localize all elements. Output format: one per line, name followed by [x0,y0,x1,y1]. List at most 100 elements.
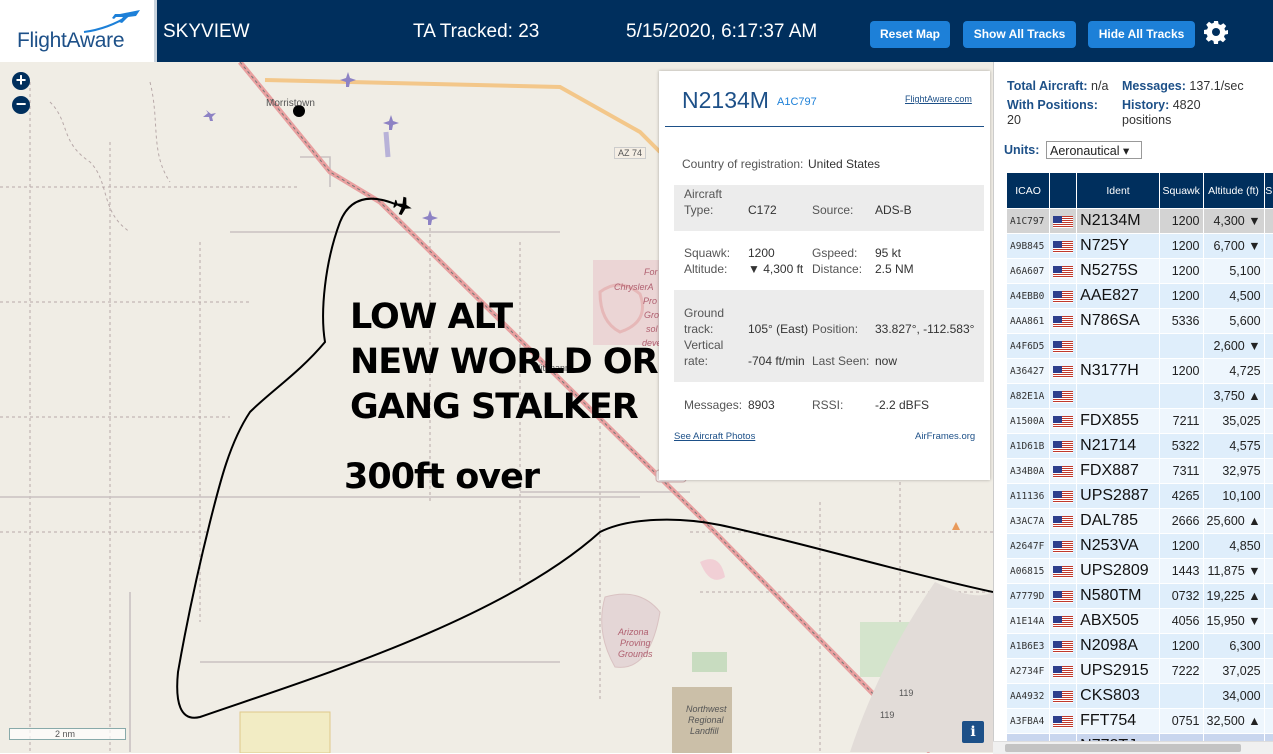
row-flag [1050,709,1077,734]
altitude-label: Altitude: [684,262,727,276]
us-flag-icon [1053,316,1073,328]
row-ident: FDX855 [1077,409,1160,434]
horizontal-scrollbar[interactable] [993,741,1273,754]
see-aircraft-photos-link[interactable]: See Aircraft Photos [674,431,755,442]
column-header-ident[interactable]: Ident [1077,173,1160,209]
table-row[interactable]: A2734FUPS2915722237,025 [1007,659,1273,684]
row-speed [1264,609,1273,634]
row-icao: A4EBB0 [1007,284,1050,309]
hide-all-tracks-button[interactable]: Hide All Tracks [1088,21,1195,48]
column-header-icao[interactable]: ICAO [1007,173,1050,209]
airframes-link[interactable]: AirFrames.org [915,431,975,442]
row-flag [1050,309,1077,334]
row-altitude: 3,750 ▲ [1203,384,1264,409]
row-ident: N2134M [1077,209,1160,234]
column-header-altitude[interactable]: Altitude (ft) [1203,173,1264,209]
table-row[interactable]: A06815UPS2809144311,875 ▼ [1007,559,1273,584]
table-row[interactable]: A2647FN253VA12004,850 [1007,534,1273,559]
distance-label: Distance: [812,262,862,276]
row-speed [1264,484,1273,509]
show-all-tracks-button[interactable]: Show All Tracks [963,21,1076,48]
flightaware-link[interactable]: FlightAware.com [905,94,972,104]
table-row[interactable]: A4EBB0AAE82712004,500 [1007,284,1273,309]
row-squawk [1159,684,1203,709]
aircraft-table-body: A1C797N2134M12004,300 ▼A9B845N725Y12006,… [1007,209,1273,754]
us-flag-icon [1053,391,1073,403]
top-bar: FlightAware SKYVIEW TA Tracked: 23 5/15/… [0,0,1273,62]
table-row[interactable]: A34B0AFDX887731132,975 [1007,459,1273,484]
row-altitude: 10,100 [1203,484,1264,509]
us-flag-icon [1053,591,1073,603]
us-flag-icon [1053,216,1073,228]
altitude-value: ▼ 4,300 ft [748,262,803,276]
row-ident [1077,334,1160,359]
row-altitude: 32,975 [1203,459,1264,484]
map-label-landfill: Landfill [690,726,719,736]
table-row[interactable]: A82E1A3,750 ▲ [1007,384,1273,409]
row-squawk: 1200 [1159,259,1203,284]
row-speed [1264,509,1273,534]
zoom-in-button[interactable]: + [12,72,30,90]
row-speed [1264,559,1273,584]
row-altitude: 4,300 ▼ [1203,209,1264,234]
app-name: SKYVIEW [163,21,250,43]
total-aircraft-stat: Total Aircraft: n/a [1007,79,1108,93]
table-row[interactable]: A1D61BN2171453224,575 [1007,434,1273,459]
info-button[interactable]: i [962,721,984,743]
column-header-squawk[interactable]: Squawk [1159,173,1203,209]
table-row[interactable]: A1C797N2134M12004,300 ▼ [1007,209,1273,234]
ground-track-value: 105° (East) [748,322,808,336]
us-flag-icon [1053,491,1073,503]
table-row[interactable]: A3AC7ADAL785266625,600 ▲ [1007,509,1273,534]
row-ident: N786SA [1077,309,1160,334]
table-row[interactable]: A9B845N725Y12006,700 ▼ [1007,234,1273,259]
zoom-out-button[interactable]: − [12,96,30,114]
reset-map-button[interactable]: Reset Map [870,21,950,48]
row-ident: AAE827 [1077,284,1160,309]
table-row[interactable]: AAA861N786SA53365,600 [1007,309,1273,334]
table-row[interactable]: A1500AFDX855721135,025 [1007,409,1273,434]
row-icao: A06815 [1007,559,1050,584]
row-speed [1264,384,1273,409]
table-row[interactable]: A6A607N5275S12005,100 [1007,259,1273,284]
history-unit: positions [1122,113,1171,127]
map-label-area: For [644,267,658,277]
table-row[interactable]: AA4932CKS80334,000 [1007,684,1273,709]
aircraft-table: ICAO Ident Squawk Altitude (ft) S A1C797… [1006,172,1273,753]
rssi-value: -2.2 dBFS [875,398,929,412]
squawk-value: 1200 [748,246,775,260]
row-ident: UPS2809 [1077,559,1160,584]
row-speed [1264,284,1273,309]
logo[interactable]: FlightAware [0,0,157,62]
gear-icon[interactable] [1204,20,1228,44]
row-speed [1264,334,1273,359]
row-flag [1050,259,1077,284]
row-icao: A1B6E3 [1007,634,1050,659]
row-ident: UPS2915 [1077,659,1160,684]
column-header-flag[interactable] [1050,173,1077,209]
map-label-proving: Arizona [618,627,649,637]
units-dropdown[interactable]: Aeronautical ▾ [1046,141,1142,159]
row-icao: AA4932 [1007,684,1050,709]
row-squawk: 1200 [1159,209,1203,234]
position-value: 33.827°, -112.583° [875,322,974,336]
table-row[interactable]: A7779DN580TM073219,225 ▲ [1007,584,1273,609]
row-ident: CKS803 [1077,684,1160,709]
row-squawk: 1200 [1159,359,1203,384]
table-row[interactable]: A1E14AABX505405615,950 ▼ [1007,609,1273,634]
row-ident: N21714 [1077,434,1160,459]
table-row[interactable]: A1B6E3N2098A12006,300 [1007,634,1273,659]
table-row[interactable]: A36427N3177H12004,725 [1007,359,1273,384]
country-label: Country of registration: [682,157,803,171]
highway-road [265,80,660,152]
history-value: 4820 [1173,98,1201,112]
row-icao: A9B845 [1007,234,1050,259]
row-speed [1264,459,1273,484]
us-flag-icon [1053,541,1073,553]
column-header-speed[interactable]: S [1264,173,1273,209]
scrollbar-thumb[interactable] [1005,744,1241,752]
table-row[interactable]: A4F6D52,600 ▼ [1007,334,1273,359]
table-row[interactable]: A11136UPS2887426510,100 [1007,484,1273,509]
table-row[interactable]: A3FBA4FFT754075132,500 ▲ [1007,709,1273,734]
row-altitude: 4,725 [1203,359,1264,384]
